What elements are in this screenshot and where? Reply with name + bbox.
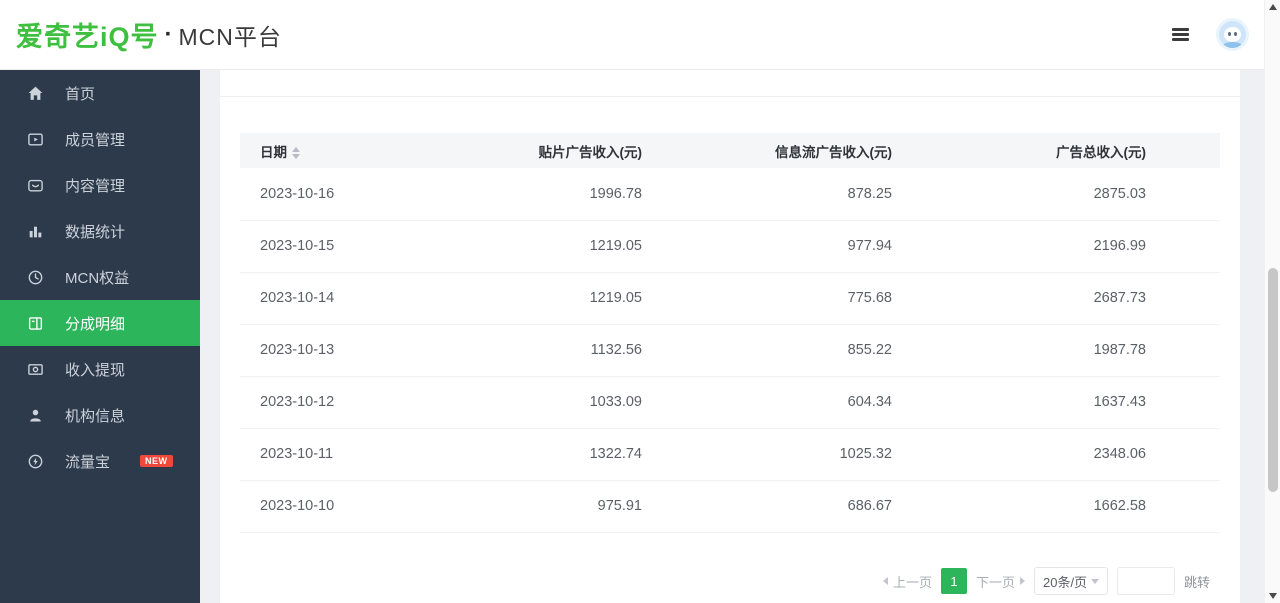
sidebar-item-stats[interactable]: 数据统计 xyxy=(0,208,200,254)
content-icon xyxy=(27,177,44,194)
sidebar-item-label: 流量宝 xyxy=(65,451,110,472)
sidebar-item-org-info[interactable]: 机构信息 xyxy=(0,392,200,438)
sidebar-item-label: 成员管理 xyxy=(65,129,125,150)
cell-total: 1987.78 xyxy=(930,324,1220,376)
menu-icon[interactable] xyxy=(1172,28,1189,41)
cell-date: 2023-10-11 xyxy=(240,428,440,480)
stats-icon xyxy=(27,223,44,240)
sidebar-item-home[interactable]: 首页 xyxy=(0,70,200,116)
cell-feed: 686.67 xyxy=(680,480,930,532)
ledger-icon xyxy=(27,315,44,332)
chevron-down-icon xyxy=(1091,579,1099,584)
sort-caret-icon[interactable] xyxy=(292,147,300,159)
sidebar-item-label: 机构信息 xyxy=(65,405,125,426)
chevron-right-icon xyxy=(1020,577,1025,585)
vertical-scrollbar[interactable] xyxy=(1264,0,1280,603)
clock-icon xyxy=(27,269,44,286)
table-row: 2023-10-16 1996.78 878.25 2875.03 xyxy=(240,168,1220,220)
revenue-table: 日期 贴片广告收入(元) 信息流广告收入(元) 广告总收入(元) 2023-10… xyxy=(240,133,1220,533)
next-page-button[interactable]: 下一页 xyxy=(976,572,1025,591)
sidebar-item-members[interactable]: 成员管理 xyxy=(0,116,200,162)
members-icon xyxy=(27,131,44,148)
sidebar-item-label: 收入提现 xyxy=(65,359,125,380)
current-page-button[interactable]: 1 xyxy=(941,568,967,594)
column-header-patch-ad: 贴片广告收入(元) xyxy=(440,133,680,168)
sidebar-item-withdraw[interactable]: 收入提现 xyxy=(0,346,200,392)
cell-patch: 1033.09 xyxy=(440,376,680,428)
cell-patch: 1219.05 xyxy=(440,220,680,272)
column-header-feed-ad: 信息流广告收入(元) xyxy=(680,133,930,168)
cell-date: 2023-10-14 xyxy=(240,272,440,324)
cell-total: 2687.73 xyxy=(930,272,1220,324)
cell-date: 2023-10-12 xyxy=(240,376,440,428)
sidebar-item-label: MCN权益 xyxy=(65,267,129,288)
jump-page-input[interactable] xyxy=(1117,567,1175,595)
logo-platform-text: MCN平台 xyxy=(179,18,282,52)
app-logo: 爱奇艺iQ号 · MCN平台 xyxy=(0,15,282,54)
cell-feed: 604.34 xyxy=(680,376,930,428)
main-content: 日期 贴片广告收入(元) 信息流广告收入(元) 广告总收入(元) 2023-10… xyxy=(200,70,1280,603)
cell-patch: 1996.78 xyxy=(440,168,680,220)
sidebar-nav: 首页 成员管理 内容管理 数据统计 MCN权益 xyxy=(0,70,200,603)
scrollbar-thumb[interactable] xyxy=(1268,268,1278,492)
column-header-date[interactable]: 日期 xyxy=(240,133,440,168)
cell-feed: 1025.32 xyxy=(680,428,930,480)
sidebar-item-traffic-bao[interactable]: 流量宝 NEW xyxy=(0,438,200,484)
panel-divider xyxy=(220,96,1240,97)
new-badge: NEW xyxy=(140,455,173,467)
cell-feed: 977.94 xyxy=(680,220,930,272)
home-icon xyxy=(27,85,44,102)
column-header-total-ad: 广告总收入(元) xyxy=(930,133,1220,168)
logo-brand-text: 爱奇艺iQ号 xyxy=(16,15,159,54)
cell-patch: 1322.74 xyxy=(440,428,680,480)
cell-date: 2023-10-16 xyxy=(240,168,440,220)
cell-patch: 975.91 xyxy=(440,480,680,532)
scroll-down-icon[interactable] xyxy=(1269,593,1277,599)
table-row: 2023-10-12 1033.09 604.34 1637.43 xyxy=(240,376,1220,428)
cell-total: 1637.43 xyxy=(930,376,1220,428)
cell-total: 1662.58 xyxy=(930,480,1220,532)
top-bar: 爱奇艺iQ号 · MCN平台 xyxy=(0,0,1280,70)
user-avatar[interactable] xyxy=(1219,21,1246,48)
sidebar-item-content[interactable]: 内容管理 xyxy=(0,162,200,208)
cell-feed: 855.22 xyxy=(680,324,930,376)
person-icon xyxy=(27,407,44,424)
chevron-left-icon xyxy=(883,577,888,585)
sidebar-item-mcn-rights[interactable]: MCN权益 xyxy=(0,254,200,300)
sidebar-item-label: 首页 xyxy=(65,83,95,104)
lightning-icon xyxy=(27,453,44,470)
cell-total: 2348.06 xyxy=(930,428,1220,480)
jump-button[interactable]: 跳转 xyxy=(1184,572,1210,591)
logo-separator: · xyxy=(165,21,173,49)
table-row: 2023-10-10 975.91 686.67 1662.58 xyxy=(240,480,1220,532)
table-row: 2023-10-13 1132.56 855.22 1987.78 xyxy=(240,324,1220,376)
scroll-up-icon[interactable] xyxy=(1269,4,1277,10)
table-row: 2023-10-15 1219.05 977.94 2196.99 xyxy=(240,220,1220,272)
cell-date: 2023-10-10 xyxy=(240,480,440,532)
sidebar-item-label: 内容管理 xyxy=(65,175,125,196)
pagination: 上一页 1 下一页 20条/页 跳转 xyxy=(883,567,1210,595)
table-header-row: 日期 贴片广告收入(元) 信息流广告收入(元) 广告总收入(元) xyxy=(240,133,1220,168)
cell-date: 2023-10-13 xyxy=(240,324,440,376)
cell-total: 2875.03 xyxy=(930,168,1220,220)
cell-patch: 1132.56 xyxy=(440,324,680,376)
page-size-select[interactable]: 20条/页 xyxy=(1034,567,1108,595)
withdraw-icon xyxy=(27,361,44,378)
sidebar-item-revenue-share[interactable]: 分成明细 xyxy=(0,300,200,346)
table-row: 2023-10-11 1322.74 1025.32 2348.06 xyxy=(240,428,1220,480)
content-panel: 日期 贴片广告收入(元) 信息流广告收入(元) 广告总收入(元) 2023-10… xyxy=(220,70,1240,603)
prev-page-button[interactable]: 上一页 xyxy=(883,572,932,591)
cell-total: 2196.99 xyxy=(930,220,1220,272)
cell-patch: 1219.05 xyxy=(440,272,680,324)
table-row: 2023-10-14 1219.05 775.68 2687.73 xyxy=(240,272,1220,324)
cell-feed: 878.25 xyxy=(680,168,930,220)
sidebar-item-label: 分成明细 xyxy=(65,313,125,334)
sidebar-item-label: 数据统计 xyxy=(65,221,125,242)
cell-feed: 775.68 xyxy=(680,272,930,324)
cell-date: 2023-10-15 xyxy=(240,220,440,272)
